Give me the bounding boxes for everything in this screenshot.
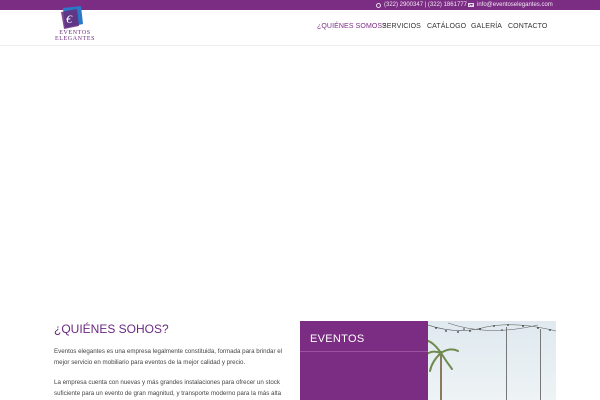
events-item-bautizos[interactable]: Bautizos	[10, 345, 42, 352]
logo-line-2: ELEGANTES	[55, 36, 96, 42]
email-link[interactable]: info@eventoselegantes.com	[477, 0, 553, 10]
events-item-label: Bodas	[17, 331, 36, 338]
events-panel: EVENTOS	[300, 321, 428, 400]
about-title: ¿QUIÉNES SOHOS?	[54, 322, 169, 336]
events-item-bodas[interactable]: Bodas	[10, 331, 35, 338]
phone-text: (322) 2900347 | (322) 1861777	[384, 2, 467, 8]
phone-icon	[376, 2, 381, 8]
events-item-label: Bautizos	[17, 345, 42, 352]
events-title: EVENTOS	[310, 333, 365, 345]
events-divider	[300, 351, 428, 352]
about-paragraph-1: Eventos elegantes es una empresa legalme…	[54, 348, 283, 366]
about-paragraph-2: La empresa cuenta con nuevas y más grand…	[54, 379, 282, 397]
svg-text:€: €	[66, 12, 73, 26]
nav-item-servicios[interactable]: SERVICIOS	[382, 23, 421, 30]
caret-right-icon	[10, 332, 13, 337]
nav-item-contacto[interactable]: CONTACTO	[508, 23, 547, 30]
events-item-cumpleanos[interactable]: Cumpleaños	[10, 359, 54, 366]
event-photo-image	[428, 321, 556, 400]
site-header: € EVENTOS ELEGANTES ¿QUIÉNES SOMOS? SERV…	[0, 6, 600, 46]
envelope-icon	[468, 3, 474, 7]
logo-mark-icon: €	[61, 6, 83, 29]
nav-item-quienes-somos[interactable]: ¿QUIÉNES SOMOS?	[317, 23, 386, 30]
events-item-label: Cumpleaños	[17, 359, 54, 366]
nav-item-catalogo[interactable]: CATÁLOGO	[427, 23, 466, 30]
caret-right-icon	[10, 346, 13, 351]
event-photo	[428, 321, 556, 400]
logo[interactable]: € EVENTOS ELEGANTES	[55, 6, 94, 48]
contact-email[interactable]: info@eventoselegantes.com	[468, 0, 553, 10]
hero-area	[0, 47, 600, 307]
nav-item-galeria[interactable]: GALERÍA	[471, 23, 502, 30]
contact-phone: (322) 2900347 | (322) 1861777	[376, 0, 467, 10]
caret-right-icon	[10, 360, 13, 365]
